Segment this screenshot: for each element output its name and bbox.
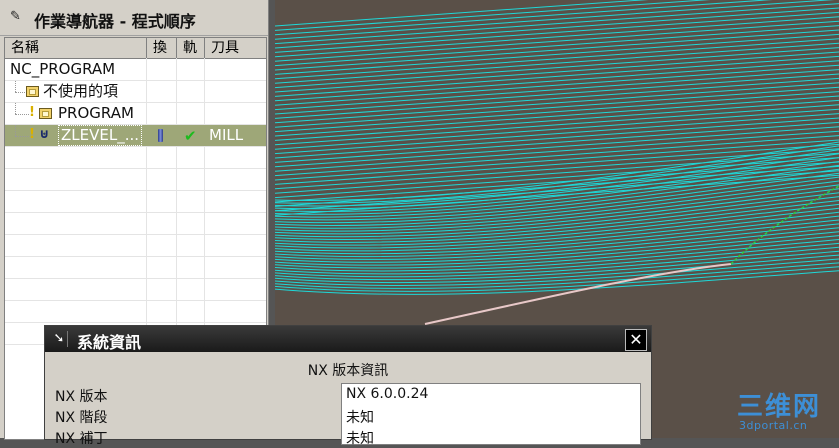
column-header-change[interactable]: 換 [147,38,177,58]
empty-row [5,301,266,323]
empty-row [5,213,266,235]
empty-row [5,147,266,169]
nx-phase-label: NX 階段 [55,410,108,426]
nx-patch-value: 未知 [346,431,374,447]
empty-row [5,279,266,301]
dialog-title-bar[interactable]: ➘ 系統資訊 ✕ [45,326,651,352]
nx-patch-label: NX 補丁 [55,431,108,447]
tree-row-unused-items[interactable]: 不使用的項 [5,81,266,103]
system-information-dialog: ➘ 系統資訊 ✕ NX 版本資訊 NX 版本 NX 階段 NX 補丁 NX 6.… [44,325,652,447]
watermark-main: 三维网 [737,392,822,422]
column-header-path[interactable]: 軌 [177,38,205,58]
program-folder-icon [26,86,39,97]
pin-icon[interactable]: ✎ [10,9,24,25]
tree-row-program[interactable]: ! PROGRAM [5,103,266,125]
warning-bulb-icon: ! [29,127,35,142]
tool-change-icon [158,129,163,142]
tree-row-label: ZLEVEL_... [58,125,143,146]
nx-version-value: NX 6.0.0.24 [346,386,429,402]
empty-row [5,257,266,279]
tree-connector [15,136,29,138]
tree-connector [15,92,25,94]
tool-name: MILL [209,126,244,144]
nx-phase-value: 未知 [346,410,374,426]
tree-row-zlevel-operation[interactable]: ! ⊎ ZLEVEL_... ✔ MILL [5,125,266,147]
zlevel-operation-icon: ⊎ [39,127,50,142]
tree-row-label: 不使用的項 [43,82,119,100]
navigator-title: 作業導航器 - 程式順序 [34,12,196,31]
column-header-tool[interactable]: 刀具 [205,38,266,58]
empty-row [5,191,266,213]
empty-row [5,169,266,191]
tree-connector [15,114,29,116]
tree-connector [15,81,17,92]
warning-bulb-icon: ! [29,105,35,120]
dialog-heading: NX 版本資訊 [307,363,389,379]
tree-row-label: NC_PROGRAM [10,60,116,78]
tree-row-nc-program[interactable]: NC_PROGRAM [5,59,266,81]
close-button[interactable]: ✕ [625,329,647,351]
navigator-title-bar: ✎ 作業導航器 - 程式順序 [0,0,268,36]
dialog-menu-icon[interactable]: ➘ [51,331,68,347]
dialog-title: 系統資訊 [77,333,142,352]
version-values-box: NX 6.0.0.24 未知 未知 [341,383,641,447]
tree-connector [15,103,17,114]
site-watermark-logo: 三维网 3dportal.cn [737,386,833,436]
nx-version-label: NX 版本 [55,389,108,405]
path-complete-check-icon: ✔ [184,127,197,145]
tree-row-label: PROGRAM [58,104,134,122]
tree-connector [15,125,17,136]
column-header-row: 名稱 換 軌 刀具 [5,38,266,59]
watermark-sub: 3dportal.cn [739,419,808,432]
column-header-name[interactable]: 名稱 [5,38,147,58]
program-folder-icon [39,108,52,119]
empty-row [5,235,266,257]
